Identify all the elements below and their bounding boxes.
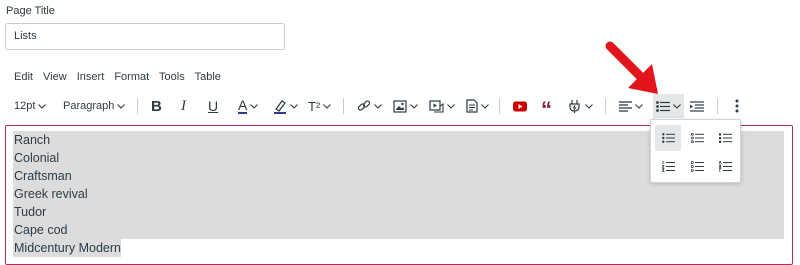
chevron-down-icon	[635, 103, 643, 109]
superscript-icon: T²	[308, 98, 321, 114]
italic-icon: I	[181, 97, 186, 114]
list-item: Ranch	[13, 131, 784, 149]
more-icon	[735, 99, 739, 113]
list-item: Tudor	[13, 203, 784, 221]
chevron-down-icon	[585, 103, 593, 109]
upper-alpha-option[interactable]	[712, 153, 738, 179]
image-icon	[393, 99, 407, 113]
font-size-select[interactable]: 12pt	[14, 94, 47, 118]
chevron-down-icon	[374, 103, 382, 109]
circle-list-icon	[690, 133, 704, 143]
media-icon	[429, 99, 444, 113]
numbered-list-option[interactable]	[655, 153, 681, 179]
page-title-label: Page Title	[6, 5, 55, 17]
square-list-icon	[718, 133, 732, 143]
list-item: Colonial	[13, 149, 784, 167]
toolbar-divider	[605, 98, 606, 114]
italic-button[interactable]: I	[181, 94, 186, 118]
menu-insert[interactable]: Insert	[77, 71, 105, 83]
list-style-dropdown	[650, 119, 741, 183]
document-button[interactable]	[466, 94, 489, 118]
chevron-down-icon	[447, 103, 455, 109]
menu-tools[interactable]: Tools	[159, 71, 185, 83]
bold-icon: B	[151, 97, 162, 115]
chevron-down-icon	[38, 103, 47, 109]
bullet-list-icon	[661, 133, 675, 143]
toolbar-divider	[717, 98, 718, 114]
text-color-button[interactable]: A	[238, 94, 259, 118]
chevron-down-icon	[673, 103, 681, 109]
more-button[interactable]	[735, 94, 739, 118]
highlight-icon	[274, 99, 286, 114]
square-bullets-option[interactable]	[712, 125, 738, 151]
align-icon	[619, 100, 632, 112]
youtube-icon	[513, 101, 527, 111]
highlight-button[interactable]	[273, 94, 298, 118]
indent-icon	[690, 100, 704, 112]
page-title-input[interactable]: Lists	[5, 23, 285, 50]
numbered-list-icon	[661, 160, 675, 172]
chevron-down-icon	[250, 103, 259, 109]
toolbar-divider	[137, 98, 138, 114]
link-button[interactable]	[357, 94, 382, 118]
text-color-icon: A	[238, 96, 248, 114]
list-item: Midcentury Modern	[13, 239, 121, 257]
bold-button[interactable]: B	[151, 94, 162, 118]
chevron-down-icon	[410, 103, 418, 109]
default-bullets-option[interactable]	[655, 125, 681, 151]
list-item: Craftsman	[13, 167, 784, 185]
upper-alpha-list-icon	[718, 160, 732, 172]
editor-toolbar: 12pt Paragraph B I U A T² “	[0, 94, 800, 122]
chevron-down-icon	[290, 103, 298, 109]
menubar: Edit View Insert Format Tools Table	[14, 71, 228, 85]
plugin-button[interactable]	[567, 94, 593, 118]
toolbar-divider	[499, 98, 500, 114]
align-button[interactable]	[619, 94, 643, 118]
image-button[interactable]	[393, 94, 418, 118]
toolbar-divider	[343, 98, 344, 114]
underline-button[interactable]: U	[208, 94, 218, 118]
youtube-button[interactable]	[513, 94, 527, 118]
list-item: Greek revival	[13, 185, 784, 203]
menu-table[interactable]: Table	[195, 71, 221, 83]
block-format-select[interactable]: Paragraph	[63, 94, 126, 118]
editor-content[interactable]: Ranch Colonial Craftsman Greek revival T…	[13, 131, 784, 257]
lower-alpha-list-icon	[690, 160, 704, 172]
link-icon	[357, 100, 371, 111]
circle-bullets-option[interactable]	[684, 125, 710, 151]
menu-format[interactable]: Format	[114, 71, 149, 83]
chevron-down-icon	[323, 103, 332, 109]
quote-icon: “	[541, 97, 552, 122]
chevron-down-icon	[117, 103, 126, 109]
chevron-down-icon	[481, 103, 489, 109]
document-icon	[466, 99, 478, 113]
menu-edit[interactable]: Edit	[14, 71, 33, 83]
quote-button[interactable]: “	[541, 94, 552, 122]
list-item: Cape cod	[13, 221, 784, 239]
block-format-value: Paragraph	[63, 100, 115, 112]
annotation-arrow-icon	[605, 41, 658, 94]
superscript-button[interactable]: T²	[308, 94, 332, 118]
indent-button[interactable]	[690, 94, 704, 118]
underline-icon: U	[208, 98, 219, 114]
media-button[interactable]	[429, 94, 455, 118]
plugin-icon	[569, 99, 580, 113]
bullet-list-icon	[656, 100, 670, 112]
font-size-value: 12pt	[14, 100, 36, 112]
bullet-list-button[interactable]	[653, 94, 684, 118]
lower-alpha-option[interactable]	[684, 153, 710, 179]
menu-view[interactable]: View	[43, 71, 67, 83]
